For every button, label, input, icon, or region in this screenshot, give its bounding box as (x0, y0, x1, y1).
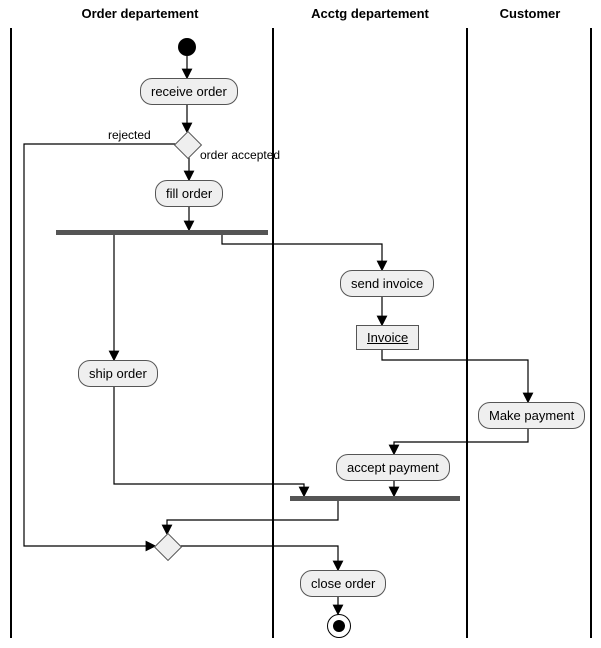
activity-send-invoice: send invoice (340, 270, 434, 297)
swimlane-header-order: Order departement (10, 6, 270, 21)
fork-bar (56, 230, 268, 235)
initial-node (178, 38, 196, 56)
guard-accepted: order accepted (200, 148, 280, 162)
activity-close-order: close order (300, 570, 386, 597)
swimlane-header-acctg: Acctg departement (275, 6, 465, 21)
swimlane-border (272, 28, 274, 638)
decision-node (174, 131, 202, 159)
activity-make-payment: Make payment (478, 402, 585, 429)
activity-receive-order: receive order (140, 78, 238, 105)
activity-fill-order: fill order (155, 180, 223, 207)
object-invoice: Invoice (356, 325, 419, 350)
swimlane-border (590, 28, 592, 638)
join-bar (290, 496, 460, 501)
swimlane-border (466, 28, 468, 638)
merge-node (154, 533, 182, 561)
edges-layer (0, 0, 601, 648)
swimlane-border (10, 28, 12, 638)
final-node (327, 614, 351, 638)
activity-accept-payment: accept payment (336, 454, 450, 481)
activity-ship-order: ship order (78, 360, 158, 387)
swimlane-header-customer: Customer (470, 6, 590, 21)
guard-rejected: rejected (108, 128, 151, 142)
